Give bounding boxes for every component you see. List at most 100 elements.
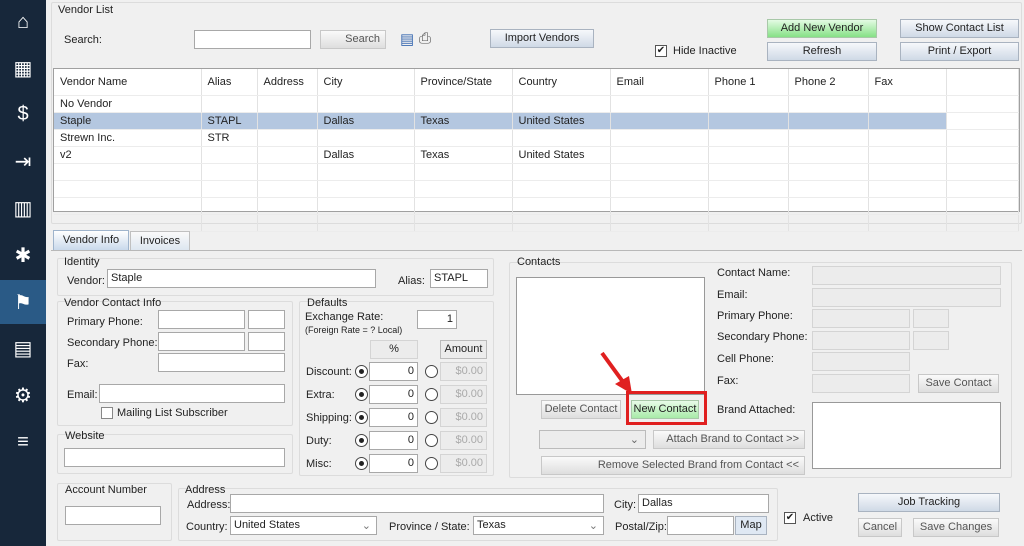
primary-phone-ext-input[interactable] bbox=[248, 310, 285, 329]
percent-input[interactable]: 0 bbox=[369, 431, 418, 450]
tab-vendor-info[interactable]: Vendor Info bbox=[53, 230, 129, 250]
percent-radio[interactable] bbox=[355, 434, 368, 447]
cancel-button[interactable]: Cancel bbox=[858, 518, 902, 537]
vendors-icon[interactable]: ⚑ bbox=[0, 280, 46, 324]
percent-input[interactable]: 0 bbox=[369, 385, 418, 404]
amount-radio[interactable] bbox=[425, 365, 438, 378]
refresh-button[interactable]: Refresh bbox=[767, 42, 877, 61]
reports-icon[interactable]: ▤ bbox=[0, 326, 46, 370]
amount-radio[interactable] bbox=[425, 411, 438, 424]
amount-input[interactable]: $0.00 bbox=[440, 385, 487, 404]
column-header[interactable]: Alias bbox=[201, 69, 258, 96]
column-header[interactable]: Province/State bbox=[414, 69, 513, 96]
show-contact-list-button[interactable]: Show Contact List bbox=[900, 19, 1019, 38]
secondary-phone-input[interactable] bbox=[158, 332, 245, 351]
amount-input[interactable]: $0.00 bbox=[440, 408, 487, 427]
mailing-list-checkbox[interactable] bbox=[101, 407, 113, 419]
table-cell bbox=[868, 129, 947, 147]
percent-radio[interactable] bbox=[355, 365, 368, 378]
column-header[interactable]: City bbox=[317, 69, 415, 96]
contact-secondary-phone-input[interactable] bbox=[812, 331, 910, 350]
cash-register-icon[interactable]: ▦ bbox=[0, 46, 46, 90]
percent-input[interactable]: 0 bbox=[369, 454, 418, 473]
contact-name-input[interactable] bbox=[812, 266, 1001, 285]
table-cell: v2 bbox=[54, 146, 202, 164]
zip-label: Postal/Zip: bbox=[615, 521, 667, 533]
percent-radio[interactable] bbox=[355, 388, 368, 401]
state-select[interactable]: Texas ⌄ bbox=[473, 516, 604, 535]
print-export-button[interactable]: Print / Export bbox=[900, 42, 1019, 61]
column-header[interactable]: Country bbox=[512, 69, 611, 96]
active-checkbox[interactable]: ✔ bbox=[784, 512, 796, 524]
logout-icon[interactable]: ⇥ bbox=[0, 139, 46, 183]
percent-radio[interactable] bbox=[355, 457, 368, 470]
settings-icon[interactable]: ⚙ bbox=[0, 373, 46, 417]
percent-radio[interactable] bbox=[355, 411, 368, 424]
contact-secondary-phone-ext[interactable] bbox=[913, 331, 949, 350]
column-header[interactable]: Email bbox=[610, 69, 709, 96]
save-contact-button[interactable]: Save Contact bbox=[918, 374, 999, 393]
amount-radio[interactable] bbox=[425, 457, 438, 470]
column-header[interactable]: Phone 2 bbox=[788, 69, 869, 96]
search-input[interactable] bbox=[194, 30, 311, 49]
remove-brand-button[interactable]: Remove Selected Brand from Contact << bbox=[541, 456, 805, 475]
document-icon[interactable]: ▤ bbox=[400, 30, 414, 48]
secondary-phone-ext-input[interactable] bbox=[248, 332, 285, 351]
tab-invoices[interactable]: Invoices bbox=[130, 231, 190, 250]
search-button[interactable]: Search bbox=[320, 30, 386, 49]
amount-radio[interactable] bbox=[425, 434, 438, 447]
email-input[interactable] bbox=[99, 384, 285, 403]
table-row[interactable]: No Vendor bbox=[54, 95, 1019, 113]
amount-input[interactable]: $0.00 bbox=[440, 362, 487, 381]
contact-primary-phone-ext[interactable] bbox=[913, 309, 949, 328]
table-cell: Dallas bbox=[317, 112, 415, 130]
alias-input[interactable]: STAPL bbox=[430, 269, 488, 288]
vendor-table[interactable]: Vendor Name Alias Address City Province/Stat… bbox=[53, 68, 1020, 232]
add-new-vendor-button[interactable]: Add New Vendor bbox=[767, 19, 877, 38]
table-row[interactable]: Staple STAPL Dallas Texas United States bbox=[54, 112, 1019, 130]
column-header[interactable]: Address bbox=[257, 69, 318, 96]
amount-input[interactable]: $0.00 bbox=[440, 431, 487, 450]
hide-inactive-checkbox[interactable]: ✔ bbox=[655, 45, 667, 57]
table-cell: Strewn Inc. bbox=[54, 129, 202, 147]
address-label: Address: bbox=[187, 499, 231, 511]
menu-icon[interactable]: ≡ bbox=[0, 420, 46, 464]
brand-select[interactable]: ⌄ bbox=[539, 430, 646, 449]
account-number-input[interactable] bbox=[65, 506, 161, 525]
primary-phone-input[interactable] bbox=[158, 310, 245, 329]
import-vendors-button[interactable]: Import Vendors bbox=[490, 29, 594, 48]
invoice-icon[interactable]: $ bbox=[0, 92, 46, 136]
contact-email-input[interactable] bbox=[812, 288, 1001, 307]
website-input[interactable] bbox=[64, 448, 285, 467]
exchange-rate-input[interactable]: 1 bbox=[417, 310, 457, 329]
brand-attached-list[interactable] bbox=[812, 402, 1001, 469]
person-walk-icon[interactable]: ✱ bbox=[0, 233, 46, 277]
city-input[interactable]: Dallas bbox=[638, 494, 769, 513]
map-button[interactable]: Map bbox=[735, 516, 767, 535]
save-changes-button[interactable]: Save Changes bbox=[913, 518, 999, 537]
contact-primary-phone-input[interactable] bbox=[812, 309, 910, 328]
column-header[interactable]: Phone 1 bbox=[708, 69, 789, 96]
column-header[interactable]: Fax bbox=[868, 69, 947, 96]
zip-input[interactable] bbox=[667, 516, 734, 535]
amount-radio[interactable] bbox=[425, 388, 438, 401]
buildings-icon[interactable]: ▥ bbox=[0, 186, 46, 230]
percent-input[interactable]: 0 bbox=[369, 362, 418, 381]
job-tracking-button[interactable]: Job Tracking bbox=[858, 493, 1000, 512]
country-select[interactable]: United States ⌄ bbox=[230, 516, 377, 535]
table-row[interactable]: v2 Dallas Texas United States bbox=[54, 146, 1019, 164]
amount-input[interactable]: $0.00 bbox=[440, 454, 487, 473]
table-cell bbox=[610, 112, 709, 130]
home-icon[interactable]: ⌂ bbox=[0, 0, 46, 44]
contact-fax-input[interactable] bbox=[812, 374, 910, 393]
column-header[interactable]: Vendor Name bbox=[54, 69, 202, 96]
vendor-name-input[interactable]: Staple bbox=[107, 269, 376, 288]
delete-contact-button[interactable]: Delete Contact bbox=[541, 400, 621, 419]
percent-input[interactable]: 0 bbox=[369, 408, 418, 427]
cell-phone-input[interactable] bbox=[812, 352, 910, 371]
address-input[interactable] bbox=[230, 494, 604, 513]
attach-brand-button[interactable]: Attach Brand to Contact >> bbox=[653, 430, 805, 449]
printer-icon[interactable]: ⎙ bbox=[419, 30, 431, 47]
fax-input[interactable] bbox=[158, 353, 285, 372]
table-row[interactable]: Strewn Inc. STR bbox=[54, 129, 1019, 147]
